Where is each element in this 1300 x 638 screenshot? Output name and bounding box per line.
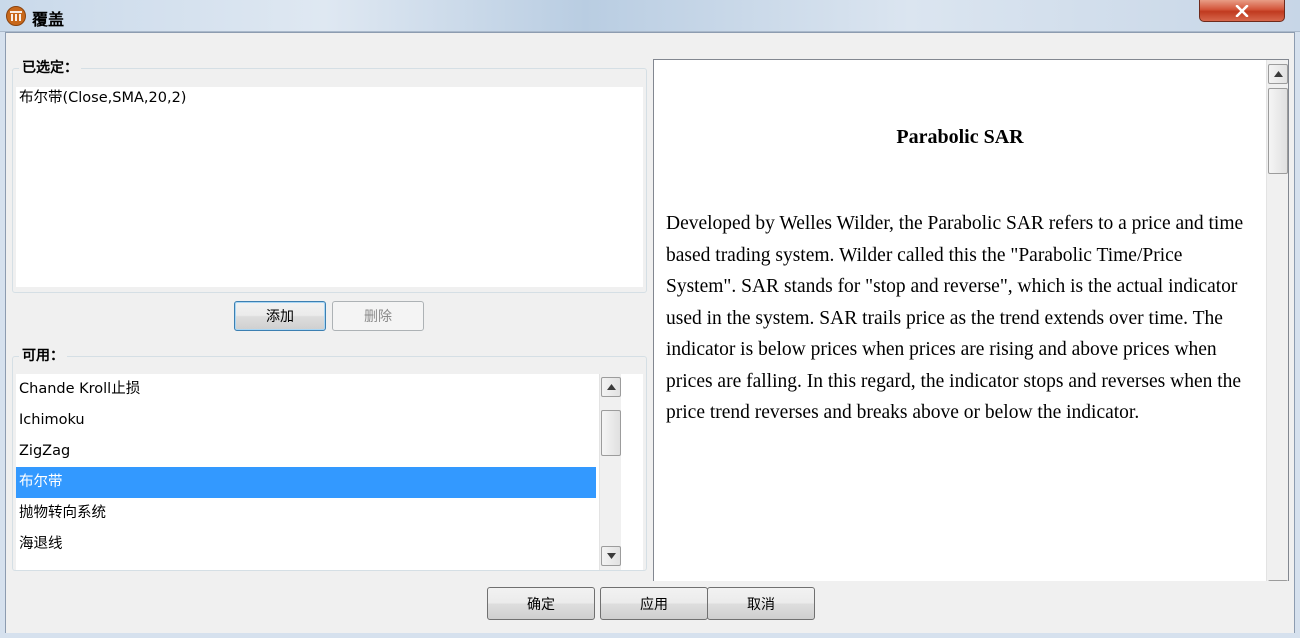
close-icon — [1235, 4, 1249, 17]
add-button[interactable]: 添加 — [234, 301, 326, 331]
indicator-description-panel[interactable]: Parabolic SAR Developed by Welles Wilder… — [653, 59, 1289, 605]
description-scrollbar[interactable] — [1266, 60, 1288, 604]
available-indicators-group: 可用： Chande Kroll止损 Ichimoku ZigZag 布尔带 抛… — [12, 348, 647, 571]
list-item[interactable]: Ichimoku — [16, 405, 596, 436]
list-item[interactable]: Chande Kroll止损 — [16, 374, 596, 405]
selected-indicators-group: 已选定： 布尔带(Close,SMA,20,2) — [12, 60, 647, 293]
list-item[interactable]: 海退线 — [16, 529, 596, 560]
cancel-button[interactable]: 取消 — [707, 587, 815, 620]
available-list-scrollbar[interactable] — [599, 374, 621, 570]
title-bar: 覆盖 — [0, 0, 1300, 32]
list-item[interactable]: 抛物转向系统 — [16, 498, 596, 529]
dialog-client-area: 已选定： 布尔带(Close,SMA,20,2) 添加 删除 可用： Chand… — [5, 32, 1295, 633]
window-title: 覆盖 — [32, 10, 65, 29]
scroll-thumb[interactable] — [1268, 88, 1288, 174]
available-legend: 可用： — [19, 348, 67, 364]
metatrader-logo-icon — [6, 6, 26, 26]
scroll-up-button[interactable] — [1268, 64, 1288, 84]
arrow-up-icon — [606, 384, 616, 390]
dialog-button-bar: 确定 应用 取消 — [6, 581, 1294, 633]
delete-button[interactable]: 删除 — [332, 301, 424, 331]
scroll-up-button[interactable] — [601, 377, 621, 397]
ok-button[interactable]: 确定 — [487, 587, 595, 620]
scroll-down-button[interactable] — [601, 546, 621, 566]
scroll-thumb[interactable] — [601, 410, 621, 456]
close-button[interactable] — [1199, 0, 1285, 22]
selected-legend: 已选定： — [19, 60, 81, 76]
apply-button[interactable]: 应用 — [600, 587, 708, 620]
list-item[interactable]: ZigZag — [16, 436, 596, 467]
selected-item[interactable]: 布尔带(Close,SMA,20,2) — [16, 87, 643, 114]
indicator-description: Developed by Welles Wilder, the Paraboli… — [666, 213, 1244, 423]
indicator-title: Parabolic SAR — [896, 126, 1024, 148]
arrow-down-icon — [606, 553, 616, 559]
list-item-selected[interactable]: 布尔带 — [16, 467, 596, 498]
available-indicators-list[interactable]: Chande Kroll止损 Ichimoku ZigZag 布尔带 抛物转向系… — [16, 374, 643, 570]
arrow-up-icon — [1273, 71, 1283, 77]
selected-indicators-list[interactable]: 布尔带(Close,SMA,20,2) — [16, 87, 643, 287]
